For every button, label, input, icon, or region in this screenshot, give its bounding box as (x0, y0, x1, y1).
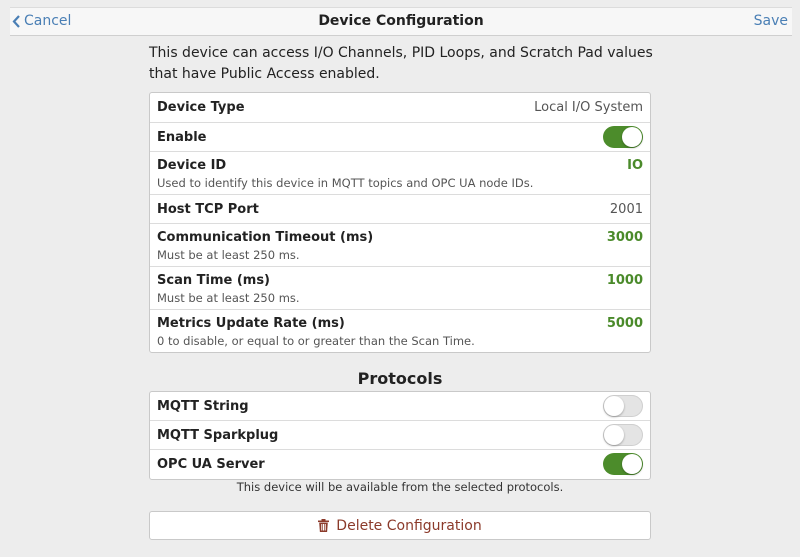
settings-card: Device Type Local I/O System Enable Devi… (149, 92, 651, 353)
host-tcp-port-label: Host TCP Port (157, 202, 259, 217)
mqtt-sparkplug-label: MQTT Sparkplug (157, 428, 279, 443)
mqtt-string-toggle[interactable] (603, 395, 643, 417)
opc-ua-toggle[interactable] (603, 453, 643, 475)
comm-timeout-desc: Must be at least 250 ms. (157, 248, 300, 262)
comm-timeout-label: Communication Timeout (ms) (157, 230, 374, 245)
device-id-label: Device ID (157, 158, 227, 173)
toggle-knob (622, 127, 642, 147)
device-type-row: Device Type Local I/O System (150, 93, 650, 123)
scan-time-label: Scan Time (ms) (157, 273, 271, 288)
device-type-label: Device Type (157, 100, 245, 115)
page-title: Device Configuration (318, 13, 484, 29)
delete-label: Delete Configuration (336, 517, 482, 534)
enable-label: Enable (157, 130, 207, 145)
device-id-row[interactable]: Device ID Used to identify this device i… (150, 152, 650, 195)
protocols-heading: Protocols (357, 369, 443, 388)
host-tcp-port-value: 2001 (609, 202, 643, 217)
scan-time-desc: Must be at least 250 ms. (157, 291, 300, 305)
cancel-label: Cancel (24, 13, 72, 29)
intro-text: This device can access I/O Channels, PID… (149, 45, 653, 82)
comm-timeout-row[interactable]: Communication Timeout (ms) Must be at le… (150, 224, 650, 267)
mqtt-sparkplug-row: MQTT Sparkplug (150, 421, 650, 450)
metrics-rate-desc: 0 to disable, or equal to or greater tha… (157, 334, 475, 348)
mqtt-string-label: MQTT String (157, 399, 249, 414)
chevron-left-icon (12, 14, 20, 28)
protocols-card: MQTT String MQTT Sparkplug OPC UA Server (149, 391, 651, 480)
toggle-knob (604, 425, 624, 445)
opc-ua-label: OPC UA Server (157, 457, 265, 472)
mqtt-sparkplug-toggle[interactable] (603, 424, 643, 446)
host-tcp-port-row: Host TCP Port 2001 (150, 195, 650, 224)
device-type-value: Local I/O System (534, 100, 643, 115)
comm-timeout-value: 3000 (606, 230, 643, 245)
toggle-knob (622, 454, 642, 474)
scan-time-value: 1000 (606, 273, 643, 288)
protocols-note: This device will be available from the s… (236, 480, 564, 494)
opc-ua-row: OPC UA Server (150, 450, 650, 479)
mqtt-string-row: MQTT String (150, 392, 650, 421)
cancel-button[interactable]: Cancel (12, 13, 71, 29)
metrics-rate-value: 5000 (606, 316, 643, 331)
device-id-value: IO (627, 158, 643, 173)
toggle-knob (604, 396, 624, 416)
metrics-rate-label: Metrics Update Rate (ms) (157, 316, 345, 331)
save-button[interactable]: Save (754, 13, 788, 29)
navigation-bar: Cancel Device Configuration Save (10, 7, 792, 36)
enable-row: Enable (150, 123, 650, 152)
device-id-desc: Used to identify this device in MQTT top… (157, 176, 534, 190)
enable-toggle[interactable] (603, 126, 643, 148)
metrics-rate-row[interactable]: Metrics Update Rate (ms) 0 to disable, o… (150, 310, 650, 352)
trash-icon (318, 519, 330, 532)
scan-time-row[interactable]: Scan Time (ms) Must be at least 250 ms. … (150, 267, 650, 310)
delete-configuration-button[interactable]: Delete Configuration (149, 511, 651, 540)
